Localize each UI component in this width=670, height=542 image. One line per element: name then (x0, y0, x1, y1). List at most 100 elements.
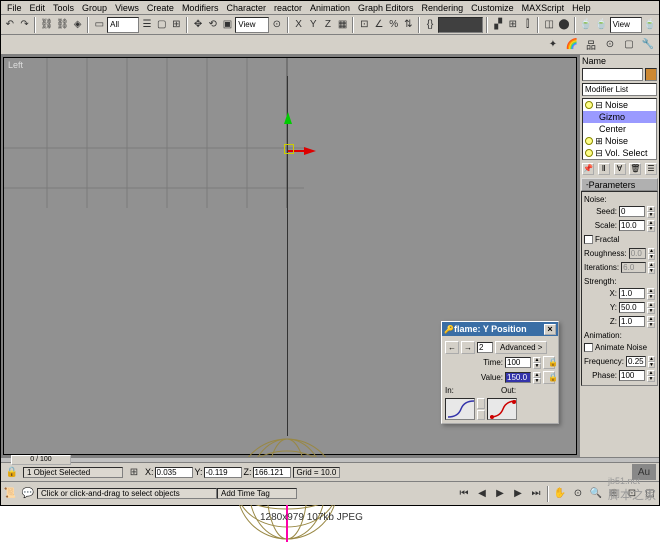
dialog-titlebar[interactable]: 🔑 flame: Y Position× (442, 322, 558, 336)
play-button[interactable]: ▶ (491, 485, 509, 503)
tangent-copy-right[interactable] (477, 410, 485, 421)
select-name-button[interactable]: ☰ (140, 16, 154, 34)
next-frame-button[interactable]: ▶ (509, 485, 527, 503)
render-last-button[interactable]: 🍵 (643, 16, 657, 34)
phase-spinner[interactable]: ▲▼ (647, 370, 655, 381)
restrict-z-button[interactable]: Z (321, 16, 335, 34)
angle-snap-button[interactable]: ∠ (372, 16, 386, 34)
advanced-button[interactable]: Advanced > (495, 341, 547, 354)
show-result-button[interactable]: Ⅱ (598, 163, 610, 175)
menu-character[interactable]: Character (222, 3, 270, 13)
named-sets-button[interactable]: {} (423, 16, 437, 34)
stack-noise-1[interactable]: ⊟Noise (583, 99, 656, 111)
refcoord-select[interactable]: View (235, 17, 269, 33)
time-input[interactable]: 100 (505, 357, 531, 368)
menu-reactor[interactable]: reactor (270, 3, 306, 13)
key-info-dialog[interactable]: 🔑 flame: Y Position× ← → 2 Advanced > Ti… (441, 321, 559, 424)
next-key-button[interactable]: → (461, 341, 475, 354)
array-button[interactable]: ⊞ (506, 16, 520, 34)
out-tangent-button[interactable] (487, 398, 517, 420)
seed-spinner[interactable]: ▲▼ (647, 206, 655, 217)
close-icon[interactable]: × (544, 324, 556, 335)
mirror-button[interactable]: ▞ (491, 16, 505, 34)
window-crossing-button[interactable]: ⊞ (170, 16, 184, 34)
gizmo-y-axis[interactable] (287, 76, 288, 436)
stack-noise-2[interactable]: ⊞Noise (583, 135, 656, 147)
select-button[interactable]: ▭ (92, 16, 106, 34)
restrict-x-button[interactable]: X (292, 16, 306, 34)
lock-button[interactable]: 🔒 (3, 463, 21, 481)
filter-select[interactable]: All (107, 17, 139, 33)
phase-input[interactable]: 100 (619, 370, 645, 381)
bulb-icon[interactable] (585, 101, 593, 109)
schematic-button[interactable]: ◫ (542, 16, 556, 34)
cmdtab-create-icon[interactable]: ✦ (544, 36, 562, 54)
cmdtab-display-icon[interactable]: ▢ (620, 36, 638, 54)
strength-x-input[interactable]: 1.0 (619, 288, 645, 299)
y-input[interactable] (204, 467, 242, 478)
prev-key-button[interactable]: ← (445, 341, 459, 354)
menu-tools[interactable]: Tools (49, 3, 78, 13)
cmdtab-hierarchy-icon[interactable]: 品 (582, 36, 600, 54)
stack-volselect[interactable]: ⊟Vol. Select (583, 147, 656, 159)
animate-noise-checkbox[interactable] (584, 343, 593, 352)
cmdtab-motion-icon[interactable]: ⊙ (601, 36, 619, 54)
strength-z-input[interactable]: 1.0 (619, 316, 645, 327)
bind-button[interactable]: ◈ (71, 16, 85, 34)
select-rect-button[interactable]: ▢ (155, 16, 169, 34)
snap-button[interactable]: ⊡ (357, 16, 371, 34)
time-tag[interactable]: Add Time Tag (217, 488, 297, 499)
remove-mod-button[interactable]: 🗑 (629, 163, 641, 175)
in-tangent-button[interactable] (445, 398, 475, 420)
gizmo-xy-plane[interactable] (284, 144, 294, 154)
scale-spinner[interactable]: ▲▼ (647, 220, 655, 231)
material-button[interactable]: ⬤ (557, 16, 571, 34)
link-button[interactable]: ⛓ (39, 16, 54, 34)
menu-modifiers[interactable]: Modifiers (178, 3, 223, 13)
stack-center-1[interactable]: Center (583, 123, 656, 135)
prompt-button[interactable]: 💬 (19, 485, 37, 503)
timeline[interactable]: 0 / 100 (1, 458, 659, 463)
undo-button[interactable]: ↶ (3, 16, 17, 34)
name-input[interactable] (582, 68, 643, 81)
value-input[interactable]: 150.0 (505, 372, 531, 383)
strength-y-input[interactable]: 50.0 (619, 302, 645, 313)
abs-rel-button[interactable]: ⊞ (125, 463, 143, 481)
pivot-button[interactable]: ⊙ (270, 16, 284, 34)
menu-group[interactable]: Group (78, 3, 111, 13)
goto-end-button[interactable]: ⏭ (527, 485, 545, 503)
gizmo-y-arrow-icon[interactable] (284, 108, 292, 124)
time-lock-button[interactable]: 🔒 (543, 356, 555, 369)
seed-input[interactable]: 0 (619, 206, 645, 217)
menu-grapheditors[interactable]: Graph Editors (354, 3, 418, 13)
prev-frame-button[interactable]: ◀ (473, 485, 491, 503)
modifier-list-select[interactable]: Modifier List (582, 83, 657, 96)
modifier-stack[interactable]: ⊟Noise Gizmo Center ⊞Noise ⊟Vol. Select (582, 98, 657, 160)
menu-file[interactable]: File (3, 3, 26, 13)
menu-maxscript[interactable]: MAXScript (518, 3, 569, 13)
frequency-input[interactable]: 0.25 (626, 356, 646, 367)
tangent-copy-left[interactable] (477, 398, 485, 409)
quick-render-button[interactable]: 🍵 (594, 16, 608, 34)
restrict-y-button[interactable]: Y (306, 16, 320, 34)
render-view-select[interactable]: View (610, 17, 642, 33)
scale-button[interactable]: ▣ (221, 16, 235, 34)
menu-help[interactable]: Help (568, 3, 595, 13)
align-button[interactable]: ⫿ (521, 16, 535, 34)
menu-customize[interactable]: Customize (467, 3, 518, 13)
time-spinner[interactable]: ▲▼ (533, 357, 541, 368)
spinner-snap-button[interactable]: ⇅ (402, 16, 416, 34)
render-scene-button[interactable]: 🍵 (579, 16, 593, 34)
redo-button[interactable]: ↷ (18, 16, 32, 34)
value-lock-button[interactable]: 🔒 (543, 371, 555, 384)
menu-create[interactable]: Create (143, 3, 178, 13)
value-spinner[interactable]: ▲▼ (533, 372, 541, 383)
goto-start-button[interactable]: ⏮ (455, 485, 473, 503)
strength-x-spinner[interactable]: ▲▼ (647, 288, 655, 299)
menu-rendering[interactable]: Rendering (418, 3, 468, 13)
time-slider[interactable]: 0 / 100 (11, 455, 71, 465)
move-button[interactable]: ✥ (191, 16, 205, 34)
percent-snap-button[interactable]: % (387, 16, 401, 34)
rotate-button[interactable]: ⟲ (206, 16, 220, 34)
color-swatch[interactable] (645, 68, 657, 81)
